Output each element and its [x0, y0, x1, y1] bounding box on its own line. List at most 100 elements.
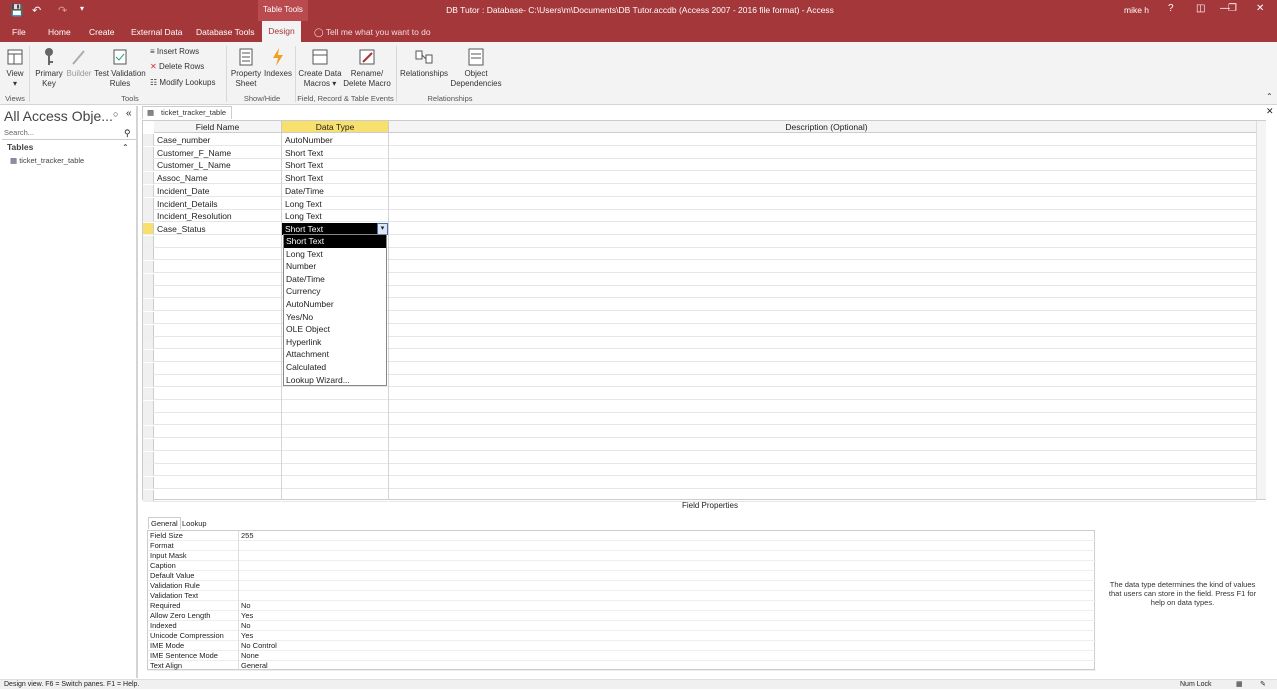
property-row[interactable]: Unicode Compression Yes [148, 631, 1096, 641]
property-value[interactable]: No [238, 621, 1093, 631]
field-name-cell[interactable]: Customer_F_Name [154, 147, 281, 159]
dropdown-option[interactable]: Attachment [284, 348, 386, 361]
tab-general[interactable]: General [148, 517, 181, 529]
property-row[interactable]: Format [148, 541, 1096, 551]
field-name-cell[interactable] [154, 312, 281, 324]
redo-icon[interactable]: ↷ [58, 4, 67, 17]
tab-lookup[interactable]: Lookup [180, 518, 209, 529]
property-value[interactable]: 255 [238, 531, 1093, 541]
description-cell[interactable] [389, 490, 1256, 502]
row-selector[interactable] [143, 311, 154, 324]
header-description[interactable]: Description (Optional) [389, 121, 1265, 133]
row-selector[interactable] [143, 375, 154, 388]
property-row[interactable]: Required No [148, 601, 1096, 611]
dropdown-option[interactable]: Long Text [284, 248, 386, 261]
field-name-cell[interactable] [154, 248, 281, 261]
description-cell[interactable] [389, 363, 1256, 375]
description-cell[interactable] [389, 159, 1256, 172]
row-selector[interactable] [143, 426, 154, 439]
row-selector[interactable] [143, 362, 154, 375]
data-type-cell[interactable] [282, 452, 388, 464]
description-cell[interactable] [389, 134, 1256, 146]
field-name-cell[interactable] [154, 452, 281, 464]
data-type-cell[interactable] [282, 413, 388, 426]
data-type-cell[interactable]: Short Text [282, 147, 388, 159]
field-name-cell[interactable] [154, 350, 281, 362]
data-type-cell[interactable] [282, 490, 388, 502]
nav-menu-icon[interactable]: ○ [113, 109, 118, 119]
row-selector[interactable] [143, 400, 154, 413]
property-value[interactable]: General [238, 661, 1093, 671]
property-row[interactable]: Text Align General [148, 661, 1096, 671]
ribbon-display-icon[interactable]: ◫ [1196, 3, 1205, 14]
tell-me-search[interactable]: ◯ Tell me what you want to do [314, 27, 431, 38]
data-type-cell[interactable]: Long Text [282, 198, 388, 210]
collapse-section-icon[interactable]: ⌃ [122, 143, 129, 152]
dropdown-option[interactable]: OLE Object [284, 323, 386, 336]
dropdown-option[interactable]: Short Text [284, 235, 386, 248]
field-name-cell[interactable]: Incident_Date [154, 185, 281, 197]
field-name-cell[interactable] [154, 286, 281, 299]
object-dependencies-button[interactable]: Object Dependencies [450, 47, 502, 89]
data-type-cell[interactable] [282, 477, 388, 489]
row-selector[interactable] [143, 324, 154, 337]
row-selector[interactable] [143, 489, 154, 502]
close-document-icon[interactable]: ✕ [1266, 106, 1274, 117]
description-cell[interactable] [389, 464, 1256, 477]
test-validation-button[interactable]: Test Validation Rules [94, 47, 146, 89]
row-selector[interactable] [143, 172, 154, 185]
row-selector[interactable] [143, 349, 154, 362]
property-value[interactable]: Yes [238, 611, 1093, 621]
modify-lookups-button[interactable]: ☷ Modify Lookups [150, 78, 215, 87]
dropdown-option[interactable]: Yes/No [284, 311, 386, 324]
property-value[interactable] [238, 591, 1093, 601]
description-cell[interactable] [389, 147, 1256, 159]
vertical-scrollbar[interactable] [1256, 121, 1266, 499]
row-selector[interactable] [143, 337, 154, 350]
property-row[interactable]: Field Size 255 [148, 531, 1096, 541]
description-cell[interactable] [389, 223, 1256, 235]
description-cell[interactable] [389, 261, 1256, 273]
header-field-name[interactable]: Field Name [154, 121, 282, 133]
row-selector[interactable] [143, 248, 154, 261]
description-cell[interactable] [389, 198, 1256, 210]
field-name-cell[interactable] [154, 426, 281, 439]
field-name-cell[interactable] [154, 363, 281, 375]
help-icon[interactable]: ? [1168, 3, 1174, 14]
create-data-macros-button[interactable]: Create Data Macros ▾ [298, 47, 342, 89]
description-cell[interactable] [389, 236, 1256, 248]
row-selector[interactable] [143, 197, 154, 210]
collapse-ribbon-icon[interactable]: ⌃ [1266, 92, 1273, 101]
field-name-cell[interactable] [154, 274, 281, 286]
field-name-cell[interactable] [154, 261, 281, 273]
property-value[interactable]: No Control [238, 641, 1093, 651]
data-type-cell[interactable]: Short Text [282, 159, 388, 172]
row-selector[interactable] [143, 413, 154, 426]
row-selector[interactable] [143, 184, 154, 197]
property-value[interactable]: No [238, 601, 1093, 611]
indexes-button[interactable]: Indexes [263, 47, 293, 79]
property-row[interactable]: Validation Text [148, 591, 1096, 601]
description-cell[interactable] [389, 248, 1256, 261]
nav-section-tables[interactable]: Tables [7, 142, 33, 152]
description-cell[interactable] [389, 325, 1256, 337]
field-name-cell[interactable]: Customer_L_Name [154, 159, 281, 172]
property-row[interactable]: Indexed No [148, 621, 1096, 631]
field-name-cell[interactable] [154, 439, 281, 451]
row-selector[interactable] [143, 222, 154, 235]
property-value[interactable]: Yes [238, 631, 1093, 641]
row-selector[interactable] [143, 273, 154, 286]
description-cell[interactable] [389, 477, 1256, 489]
description-cell[interactable] [389, 426, 1256, 439]
field-name-cell[interactable] [154, 490, 281, 502]
tab-home[interactable]: Home [48, 27, 71, 37]
data-type-cell[interactable] [282, 426, 388, 439]
tab-database-tools[interactable]: Database Tools [196, 27, 254, 37]
description-cell[interactable] [389, 286, 1256, 299]
field-name-cell[interactable] [154, 401, 281, 413]
dropdown-option[interactable]: Date/Time [284, 273, 386, 286]
data-type-cell[interactable]: AutoNumber [282, 134, 388, 146]
property-row[interactable]: IME Mode No Control [148, 641, 1096, 651]
property-row[interactable]: Default Value [148, 571, 1096, 581]
insert-rows-button[interactable]: ≡ Insert Rows [150, 47, 199, 56]
